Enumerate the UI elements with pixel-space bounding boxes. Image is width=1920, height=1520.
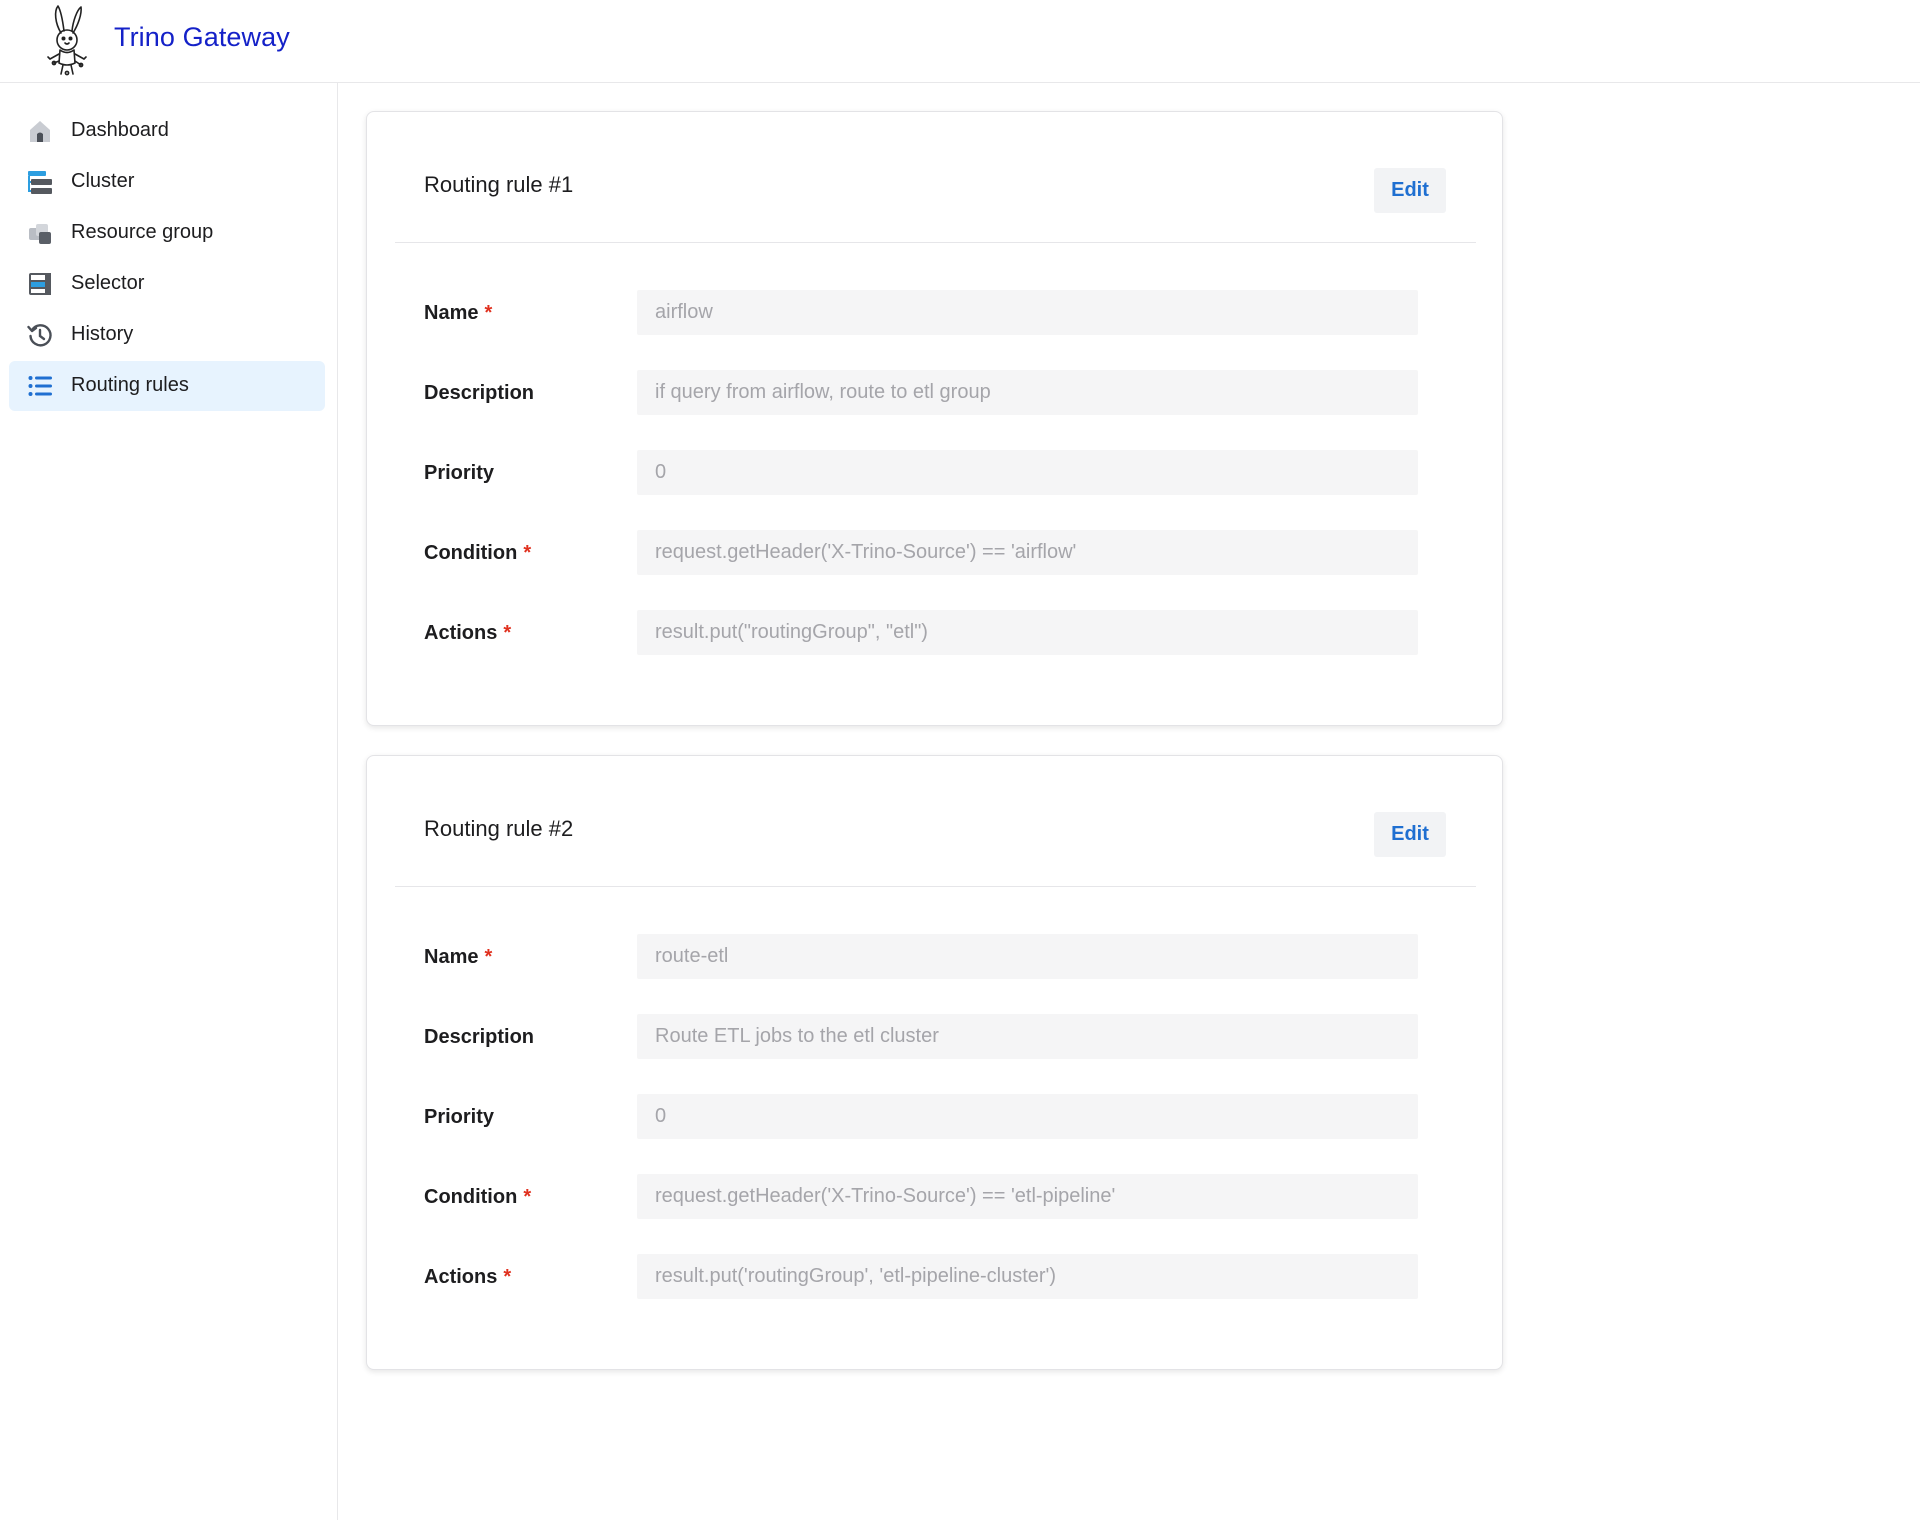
sidebar-item-resource-group[interactable]: Resource group — [9, 208, 325, 258]
actions-field[interactable]: result.put('routingGroup', 'etl-pipeline… — [637, 1254, 1418, 1299]
actions-field[interactable]: result.put("routingGroup", "etl") — [637, 610, 1418, 655]
routing-rule-card: Routing rule #1 Edit Name * airflow Descr… — [366, 111, 1503, 726]
name-field[interactable]: route-etl — [637, 934, 1418, 979]
required-marker: * — [484, 302, 493, 324]
sidebar-item-label: Cluster — [71, 170, 135, 192]
selector-icon — [29, 273, 51, 295]
name-field[interactable]: airflow — [637, 290, 1418, 335]
history-icon — [27, 324, 52, 347]
card-title: Routing rule #1 — [424, 172, 574, 197]
edit-button[interactable]: Edit — [1374, 812, 1446, 857]
sidebar-item-selector[interactable]: Selector — [9, 259, 325, 309]
sidebar-item-label: Dashboard — [71, 119, 169, 141]
required-marker: * — [523, 542, 532, 564]
required-marker: * — [523, 1186, 532, 1208]
app-title[interactable]: Trino Gateway — [114, 22, 290, 53]
cluster-icon — [28, 171, 52, 194]
actions-label: Actions * — [424, 1266, 512, 1288]
list-icon — [28, 376, 52, 396]
actions-label: Actions * — [424, 622, 512, 644]
app-root: Trino Gateway Dashboard Cluster Resource… — [0, 0, 1920, 1520]
description-label: Description — [424, 382, 535, 404]
divider — [395, 242, 1476, 243]
priority-field[interactable]: 0 — [637, 450, 1418, 495]
edit-button[interactable]: Edit — [1374, 168, 1446, 213]
sidebar-item-history[interactable]: History — [9, 310, 325, 360]
required-marker: * — [503, 1266, 512, 1288]
priority-label: Priority — [424, 462, 495, 484]
sidebar-item-label: Resource group — [71, 221, 214, 243]
required-marker: * — [484, 946, 493, 968]
sidebar-item-label: Selector — [71, 272, 145, 294]
priority-field[interactable]: 0 — [637, 1094, 1418, 1139]
sidebar-nav: Dashboard Cluster Resource group Selecto… — [0, 83, 338, 1520]
resource-group-icon — [29, 224, 51, 244]
card-title: Routing rule #2 — [424, 816, 574, 841]
divider — [395, 886, 1476, 887]
trino-bunny-logo — [47, 5, 87, 76]
sidebar-item-cluster[interactable]: Cluster — [9, 157, 325, 207]
sidebar-item-label: Routing rules — [71, 374, 189, 396]
sidebar-item-dashboard[interactable]: Dashboard — [9, 106, 325, 156]
routing-rule-card: Routing rule #2 Edit Name * route-etl Des… — [366, 755, 1503, 1370]
condition-label: Condition * — [424, 542, 532, 564]
description-field[interactable]: if query from airflow, route to etl grou… — [637, 370, 1418, 415]
priority-label: Priority — [424, 1106, 495, 1128]
sidebar-item-routing-rules[interactable]: Routing rules — [9, 361, 325, 411]
sidebar-item-label: History — [71, 323, 134, 345]
required-marker: * — [503, 622, 512, 644]
name-label: Name * — [424, 946, 493, 968]
description-label: Description — [424, 1026, 535, 1048]
top-header: Trino Gateway — [0, 0, 1920, 83]
condition-field[interactable]: request.getHeader('X-Trino-Source') == '… — [637, 1174, 1418, 1219]
name-label: Name * — [424, 302, 493, 324]
condition-label: Condition * — [424, 1186, 532, 1208]
description-field[interactable]: Route ETL jobs to the etl cluster — [637, 1014, 1418, 1059]
home-icon — [30, 121, 50, 142]
condition-field[interactable]: request.getHeader('X-Trino-Source') == '… — [637, 530, 1418, 575]
